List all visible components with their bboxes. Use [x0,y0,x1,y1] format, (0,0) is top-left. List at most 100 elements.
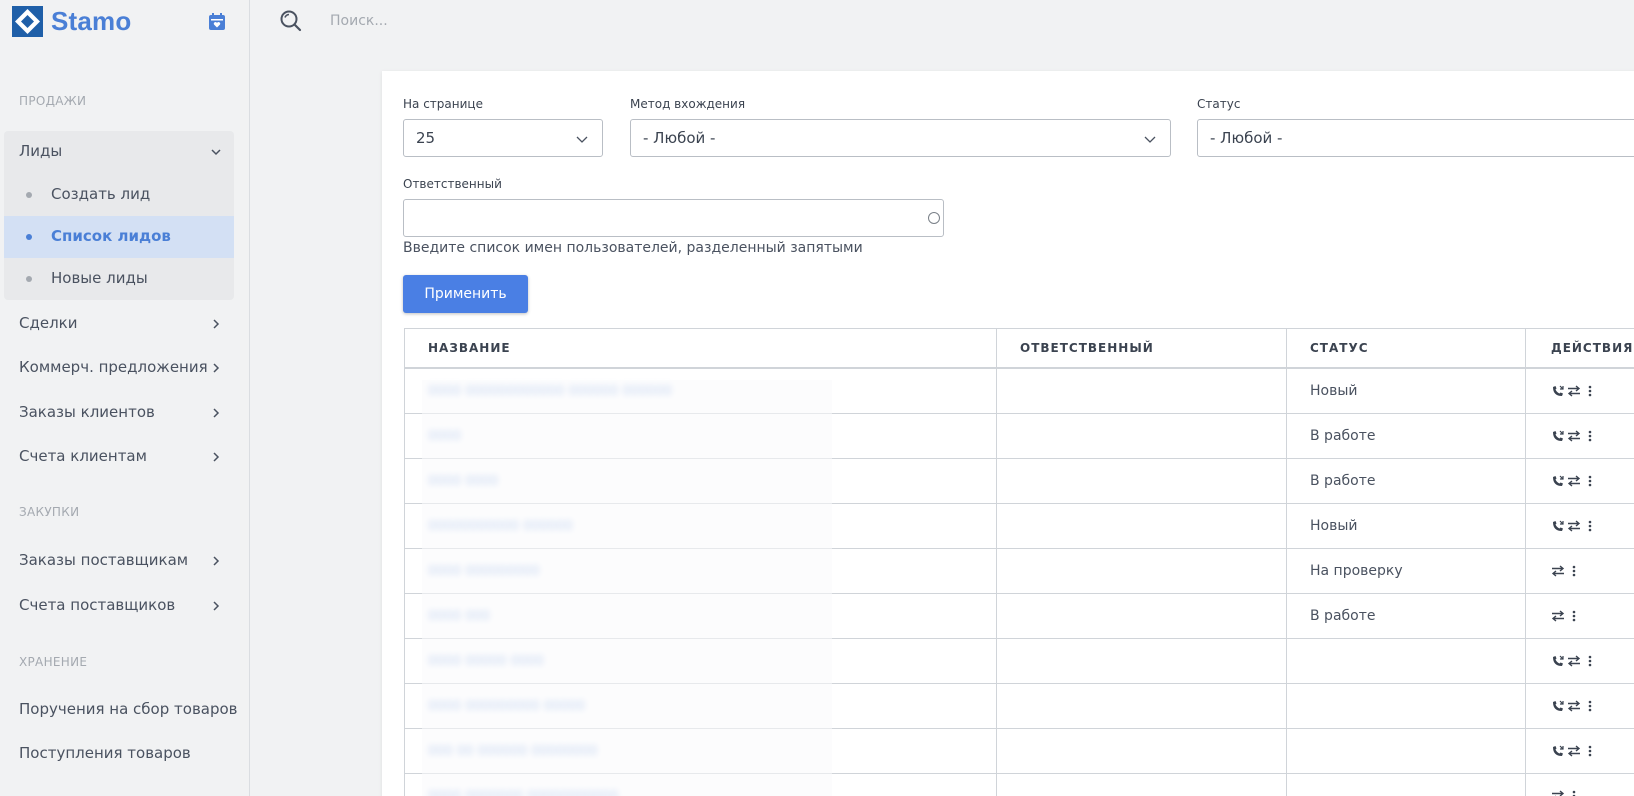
bullet-icon [26,192,32,198]
more-icon[interactable] [1583,699,1597,713]
row-actions [1551,654,1597,668]
sidebar-item-supplier-orders[interactable]: Заказы поставщикам [19,551,188,569]
redaction-overlay [422,380,832,796]
per-page-label: На странице [403,97,483,111]
status-label: Статус [1197,97,1241,111]
sidebar-item-leads[interactable]: Лиды [19,142,62,160]
chevron-right-icon[interactable] [210,407,222,419]
status-value: - Любой - [1210,129,1283,147]
transfer-icon[interactable] [1567,699,1581,713]
lead-responsible-cell [997,369,1287,413]
row-actions [1551,474,1597,488]
lead-responsible-cell [997,594,1287,638]
row-actions [1551,699,1597,713]
lead-responsible-cell [997,729,1287,773]
brand-logo-icon [12,5,43,37]
lead-actions-cell [1526,549,1634,593]
lead-actions-cell [1526,369,1634,413]
brand[interactable]: Stamo [12,5,131,37]
lead-status-cell: На проверку [1287,549,1526,593]
lead-actions-cell [1526,729,1634,773]
more-icon[interactable] [1567,789,1581,796]
transfer-icon[interactable] [1551,789,1565,796]
lead-responsible-cell [997,684,1287,728]
responsible-hint: Введите список имен пользователей, разде… [403,240,863,256]
transfer-icon[interactable] [1567,744,1581,758]
lead-responsible-cell [997,504,1287,548]
method-value: - Любой - [643,129,716,147]
chevron-right-icon[interactable] [210,451,222,463]
sidebar-item-picking-orders[interactable]: Поручения на сбор товаров [19,700,238,718]
lead-status-cell: Новый [1287,504,1526,548]
sidebar-item-client-invoices[interactable]: Счета клиентам [19,447,147,465]
phone-icon[interactable] [1551,654,1565,668]
transfer-icon[interactable] [1567,384,1581,398]
chevron-right-icon[interactable] [210,555,222,567]
lead-responsible-cell [997,774,1287,796]
brand-name: Stamo [51,5,132,36]
column-header-responsible[interactable]: ОТВЕТСТВЕННЫЙ [997,329,1287,367]
lead-responsible-cell [997,459,1287,503]
method-label: Метод вхождения [630,97,746,111]
sidebar-item-client-orders[interactable]: Заказы клиентов [19,403,155,421]
sidebar-item-proposals[interactable]: Коммерч. предложения [19,358,208,376]
search-input[interactable] [330,9,730,33]
sidebar-subitem-label: Новые лиды [51,269,148,287]
method-select[interactable]: - Любой - [630,119,1171,157]
sidebar-item-deals[interactable]: Сделки [19,314,77,332]
more-icon[interactable] [1583,744,1597,758]
lead-status-cell [1287,774,1526,796]
transfer-icon[interactable] [1567,519,1581,533]
sidebar-subitem-create-lead[interactable]: Создать лид [4,174,234,216]
section-title-sales: ПРОДАЖИ [19,94,87,108]
chevron-down-icon[interactable] [210,146,222,158]
calendar-icon[interactable] [206,11,228,33]
section-title-purchases: ЗАКУПКИ [19,505,80,519]
per-page-value: 25 [416,129,436,147]
more-icon[interactable] [1583,429,1597,443]
transfer-icon[interactable] [1567,474,1581,488]
chevron-right-icon[interactable] [210,362,222,374]
lead-status-cell [1287,684,1526,728]
phone-icon[interactable] [1551,699,1565,713]
apply-button[interactable]: Применить [403,275,528,313]
row-actions [1551,429,1597,443]
lead-actions-cell [1526,594,1634,638]
more-icon[interactable] [1567,564,1581,578]
phone-icon[interactable] [1551,474,1565,488]
phone-icon[interactable] [1551,384,1565,398]
more-icon[interactable] [1583,384,1597,398]
row-actions [1551,609,1581,623]
lead-responsible-cell [997,414,1287,458]
chevron-right-icon[interactable] [210,600,222,612]
phone-icon[interactable] [1551,429,1565,443]
per-page-select[interactable]: 25 [403,119,603,157]
search-icon[interactable] [279,9,302,32]
sidebar-subitem-lead-list[interactable]: Список лидов [4,216,234,258]
status-select[interactable]: - Любой - [1197,119,1634,157]
phone-icon[interactable] [1551,519,1565,533]
chevron-down-icon [576,136,588,143]
autocomplete-throbber-icon [928,212,940,224]
lead-status-cell: В работе [1287,459,1526,503]
more-icon[interactable] [1583,519,1597,533]
sidebar-item-supplier-invoices[interactable]: Счета поставщиков [19,596,175,614]
column-header-status[interactable]: СТАТУС [1287,329,1526,367]
more-icon[interactable] [1583,654,1597,668]
column-header-name[interactable]: НАЗВАНИЕ [405,329,997,367]
row-actions [1551,519,1597,533]
phone-icon[interactable] [1551,744,1565,758]
lead-status-cell [1287,639,1526,683]
sidebar-item-receipts[interactable]: Поступления товаров [19,744,191,762]
transfer-icon[interactable] [1551,564,1565,578]
transfer-icon[interactable] [1567,429,1581,443]
transfer-icon[interactable] [1551,609,1565,623]
lead-status-cell: В работе [1287,594,1526,638]
lead-status-cell [1287,729,1526,773]
transfer-icon[interactable] [1567,654,1581,668]
more-icon[interactable] [1567,609,1581,623]
sidebar-subitem-new-leads[interactable]: Новые лиды [4,258,234,300]
chevron-right-icon[interactable] [210,318,222,330]
responsible-input[interactable] [403,199,944,237]
more-icon[interactable] [1583,474,1597,488]
